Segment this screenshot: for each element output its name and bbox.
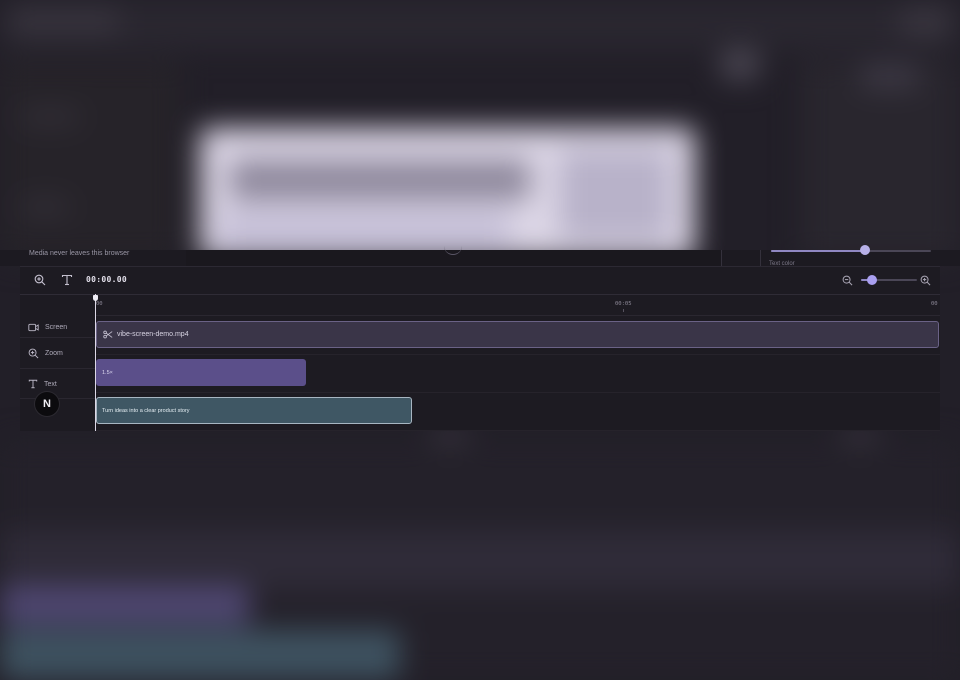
- track-labels: Screen Zoom Text: [20, 294, 96, 431]
- timeline-panel: 00:00.00 Screen Zoom Text N 00 00:05 00 …: [20, 266, 940, 431]
- track-label-zoom: Zoom: [28, 346, 63, 360]
- timeline-toolbar: 00:00.00: [20, 267, 940, 295]
- properties-panel: Text color: [760, 245, 941, 267]
- text-icon[interactable]: [60, 273, 74, 287]
- track-label-text: Screen: [45, 323, 68, 331]
- zoom-clip-label: 1.5×: [102, 369, 113, 376]
- zoom-in-icon: [28, 348, 39, 358]
- preview-left-panel: Media never leaves this browser: [20, 250, 187, 266]
- zoom-out-icon[interactable]: [842, 273, 856, 287]
- scissors-icon[interactable]: [103, 330, 113, 339]
- track-label-text: Text: [44, 380, 57, 388]
- tick-label: 00: [931, 301, 938, 307]
- track-divider: [20, 368, 95, 369]
- property-slider-fill: [771, 250, 866, 252]
- text-icon: [28, 379, 38, 389]
- screen-clip-name: vibe-screen-demo.mp4: [117, 331, 189, 338]
- track-divider: [20, 337, 95, 338]
- time-ruler[interactable]: 00 00:05 00: [95, 294, 940, 316]
- zoom-in-icon[interactable]: [33, 273, 47, 287]
- preview-strip: Media never leaves this browser Text col…: [0, 245, 960, 267]
- zoom-in-icon[interactable]: [920, 273, 934, 287]
- tick-label: 00:05: [615, 301, 632, 307]
- playhead[interactable]: [93, 294, 98, 431]
- video-icon: [28, 323, 39, 331]
- tick-mark: [623, 309, 624, 312]
- zoom-track: 1.5×: [95, 354, 940, 393]
- text-track: Turn ideas into a clear product story: [95, 392, 940, 431]
- track-label-text: Zoom: [45, 349, 63, 357]
- tick-label: 00: [96, 301, 103, 307]
- playhead-handle[interactable]: [93, 295, 98, 301]
- track-label-text-track: Text: [28, 377, 57, 391]
- play-control-edge[interactable]: [444, 244, 462, 255]
- text-clip[interactable]: Turn ideas into a clear product story: [96, 397, 412, 424]
- screen-clip[interactable]: vibe-screen-demo.mp4: [96, 321, 939, 348]
- privacy-note: Media never leaves this browser: [29, 250, 130, 257]
- screen-track: vibe-screen-demo.mp4: [95, 316, 940, 355]
- timeline-zoom-control: [842, 273, 934, 287]
- tracks-area: 00 00:05 00 vibe-screen-demo.mp4 1.5× Tu…: [93, 294, 940, 431]
- preview-canvas: [186, 250, 722, 266]
- timeline-zoom-slider[interactable]: [861, 275, 917, 285]
- property-slider[interactable]: [771, 245, 931, 255]
- property-slider-knob[interactable]: [860, 245, 871, 255]
- app-badge[interactable]: N: [35, 392, 59, 416]
- track-label-screen: Screen: [28, 320, 67, 334]
- zoom-clip[interactable]: 1.5×: [96, 359, 306, 386]
- timecode-display: 00:00.00: [86, 275, 127, 284]
- text-clip-label: Turn ideas into a clear product story: [102, 407, 190, 414]
- timeline-zoom-knob[interactable]: [867, 275, 878, 285]
